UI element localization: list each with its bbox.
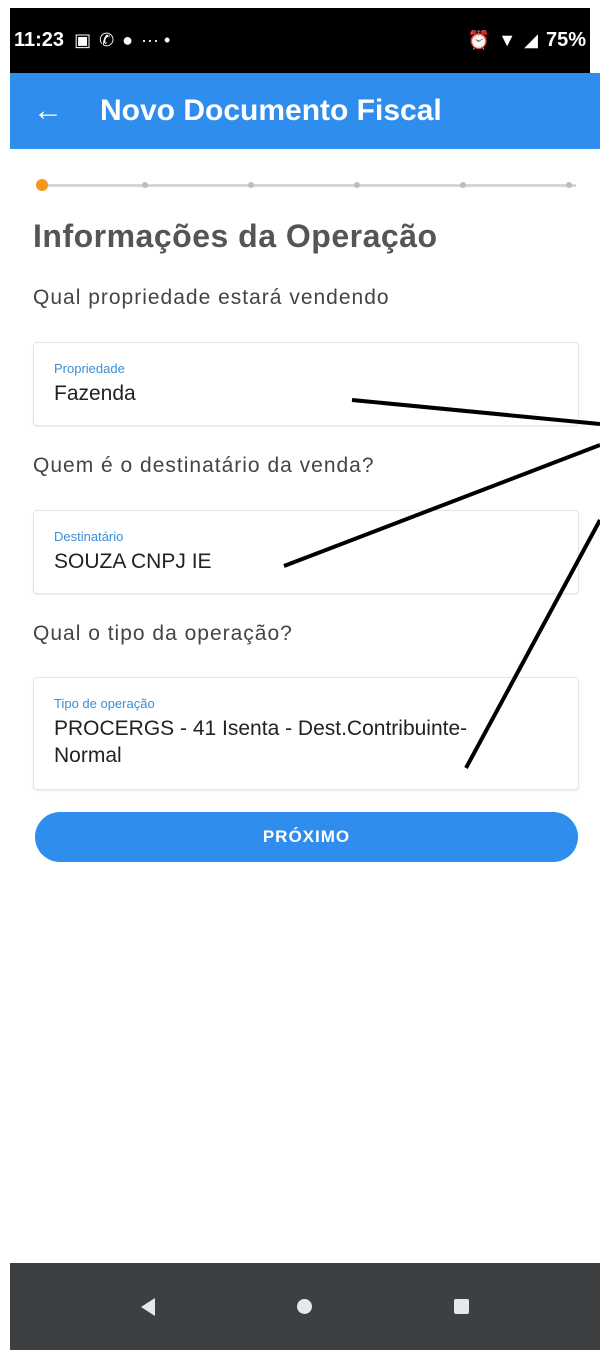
alarm-icon: ⏰ xyxy=(467,30,491,50)
next-button[interactable]: PRÓXIMO xyxy=(35,812,578,862)
recipient-question: Quem é o destinatário da venda? xyxy=(33,454,375,477)
operation-type-value-line2: Normal xyxy=(54,744,122,767)
annotation-lines xyxy=(283,398,600,769)
wifi-icon: ▼ xyxy=(498,30,517,50)
property-field[interactable]: Propriedade Fazenda xyxy=(33,342,579,426)
recents-nav-icon[interactable] xyxy=(432,1277,492,1337)
stepper-step-3 xyxy=(248,182,254,188)
stepper-step-2 xyxy=(142,182,148,188)
stepper-step-6 xyxy=(566,182,572,188)
recipient-label: Destinatário xyxy=(54,529,124,544)
app-bar: ← Novo Documento Fiscal xyxy=(10,73,600,149)
operation-type-value-line1: PROCERGS - 41 Isenta - Dest.Contribuinte… xyxy=(54,717,468,740)
property-value: Fazenda xyxy=(54,382,136,405)
system-nav-bar xyxy=(10,1263,600,1350)
operation-type-value: PROCERGS - 41 Isenta - Dest.Contribuinte… xyxy=(54,715,558,769)
recipient-field[interactable]: Destinatário SOUZA CNPJ IE xyxy=(33,510,579,594)
section-title: Informações da Operação xyxy=(33,218,438,254)
operation-question: Qual o tipo da operação? xyxy=(33,622,293,645)
phone-icon: ✆ xyxy=(99,30,115,50)
more-notifications-icon: ··· • xyxy=(141,30,171,50)
property-label: Propriedade xyxy=(54,361,125,376)
stepper-step-5 xyxy=(460,182,466,188)
battery-level: 75% xyxy=(545,29,586,51)
progress-stepper xyxy=(36,176,576,194)
operation-type-field[interactable]: Tipo de operação PROCERGS - 41 Isenta - … xyxy=(33,677,579,790)
recipient-value: SOUZA CNPJ IE xyxy=(54,550,212,573)
operation-type-label: Tipo de operação xyxy=(54,696,155,711)
back-arrow-icon[interactable]: ← xyxy=(18,94,78,128)
stepper-track xyxy=(42,184,576,187)
status-time: 11:23 xyxy=(14,29,65,51)
status-bar: 11:23 ▣ ✆ ● ··· • ⏰ ▼ ◢ 75% xyxy=(10,8,590,73)
stepper-step-1-active xyxy=(36,179,48,191)
facebook-icon: ● xyxy=(122,30,134,50)
property-question: Qual propriedade estará vendendo xyxy=(33,286,390,309)
stepper-step-4 xyxy=(354,182,360,188)
message-icon: ▣ xyxy=(74,30,92,50)
back-nav-icon[interactable] xyxy=(118,1277,178,1337)
notification-icons: ▣ ✆ ● ··· • xyxy=(74,30,170,51)
page-title: Novo Documento Fiscal xyxy=(100,94,442,127)
system-icons: ⏰ ▼ ◢ 75% xyxy=(468,29,586,52)
signal-icon: ◢ xyxy=(524,30,538,50)
home-nav-icon[interactable] xyxy=(275,1277,335,1337)
